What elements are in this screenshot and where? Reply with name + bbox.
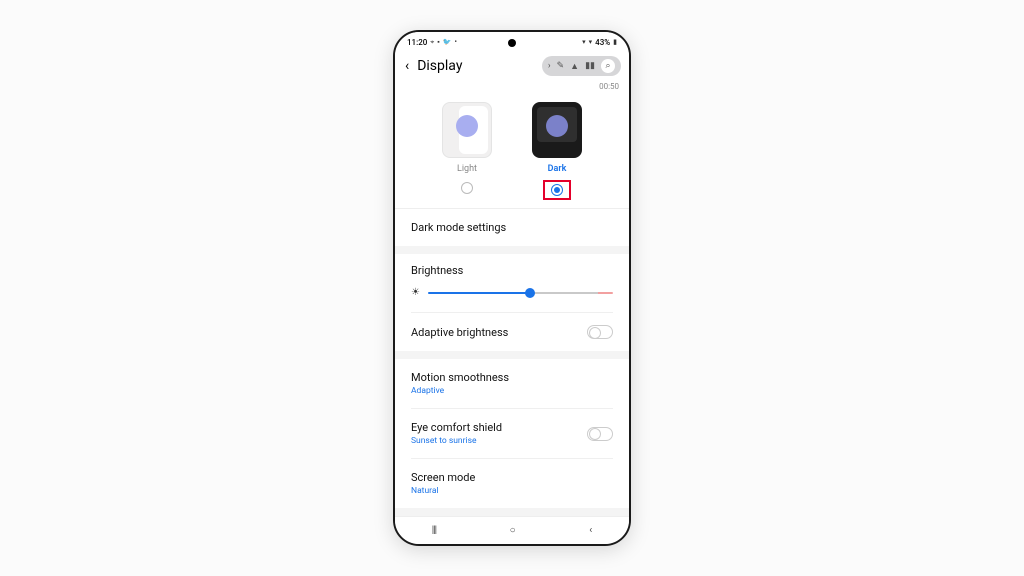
theme-option-dark[interactable]: Dark — [532, 102, 582, 200]
battery-icon: ▮ — [613, 38, 617, 46]
camera-notch — [508, 39, 516, 47]
radio-dark[interactable] — [551, 184, 563, 196]
wifi-icon: ▾ — [582, 38, 586, 46]
toggle-adaptive-brightness[interactable] — [587, 325, 613, 339]
preview-dot-icon — [546, 115, 568, 137]
light-preview — [442, 102, 492, 158]
edit-icon[interactable]: ✎ — [557, 61, 565, 71]
row-title: Adaptive brightness — [411, 326, 508, 339]
user-icon[interactable]: ▲ — [570, 61, 579, 72]
status-icon: ⌖ — [430, 38, 434, 47]
back-icon[interactable]: ‹ — [405, 58, 409, 74]
nav-home-icon[interactable]: ○ — [510, 525, 516, 536]
preview-dot-icon — [456, 115, 478, 137]
navigation-bar: ||| ○ ‹ — [395, 516, 629, 544]
page-title: Display — [417, 58, 462, 74]
nav-back-icon[interactable]: ‹ — [589, 525, 592, 536]
status-icon: • — [454, 38, 456, 46]
row-title: Brightness — [411, 264, 613, 277]
search-icon[interactable]: ⌕ — [601, 59, 615, 73]
toggle-eye-comfort[interactable] — [587, 427, 613, 441]
row-motion-smoothness[interactable]: Motion smoothness Adaptive — [395, 359, 629, 408]
battery-pct: 43% — [595, 38, 610, 47]
twitter-icon: 🐦 — [443, 38, 452, 46]
status-icon: ▪ — [437, 38, 439, 46]
row-dark-mode-settings[interactable]: Dark mode settings — [395, 209, 629, 246]
volume-button — [630, 132, 631, 192]
phone-frame: 11:20 ⌖ ▪ 🐦 • ▾ ▾ 43% ▮ ‹ Display › ✎ ▲ … — [393, 30, 631, 546]
theme-label-dark: Dark — [548, 164, 567, 174]
pause-icon[interactable]: ▮▮ — [585, 61, 595, 71]
brightness-slider[interactable] — [428, 292, 613, 294]
row-eye-comfort-shield[interactable]: Eye comfort shield Sunset to sunrise — [395, 409, 629, 458]
brightness-slider-wrap: ☀ — [411, 287, 613, 298]
theme-option-light[interactable]: Light — [442, 102, 492, 200]
row-title: Eye comfort shield — [411, 421, 502, 434]
section-gap — [395, 508, 629, 516]
recording-toolbar[interactable]: › ✎ ▲ ▮▮ ⌕ — [542, 56, 621, 76]
theme-label-light: Light — [457, 164, 477, 174]
header: ‹ Display › ✎ ▲ ▮▮ ⌕ 00:50 — [395, 52, 629, 80]
row-sub: Adaptive — [411, 386, 613, 396]
row-screen-mode[interactable]: Screen mode Natural — [395, 459, 629, 508]
slider-thumb[interactable] — [525, 288, 535, 298]
power-button — [630, 202, 631, 237]
screen: 11:20 ⌖ ▪ 🐦 • ▾ ▾ 43% ▮ ‹ Display › ✎ ▲ … — [395, 32, 629, 544]
nav-recent-icon[interactable]: ||| — [432, 525, 436, 536]
radio-light[interactable] — [461, 182, 473, 194]
section-gap — [395, 246, 629, 254]
section-gap — [395, 351, 629, 359]
row-adaptive-brightness[interactable]: Adaptive brightness — [395, 313, 629, 351]
row-sub: Natural — [411, 486, 613, 496]
recording-timer: 00:50 — [599, 82, 619, 91]
radio-dark-wrap[interactable] — [543, 180, 571, 200]
theme-selector: Light Dark — [395, 94, 629, 200]
sun-icon: ☀ — [411, 287, 420, 298]
dark-preview — [532, 102, 582, 158]
row-title: Screen mode — [411, 471, 613, 484]
chevron-right-icon[interactable]: › — [548, 61, 551, 71]
radio-light-wrap[interactable] — [455, 180, 479, 196]
row-sub: Sunset to sunrise — [411, 436, 502, 446]
signal-icon: ▾ — [589, 38, 593, 46]
row-title: Dark mode settings — [411, 221, 613, 234]
status-time: 11:20 — [407, 38, 427, 47]
brightness-section: Brightness ☀ — [395, 254, 629, 312]
row-title: Motion smoothness — [411, 371, 613, 384]
